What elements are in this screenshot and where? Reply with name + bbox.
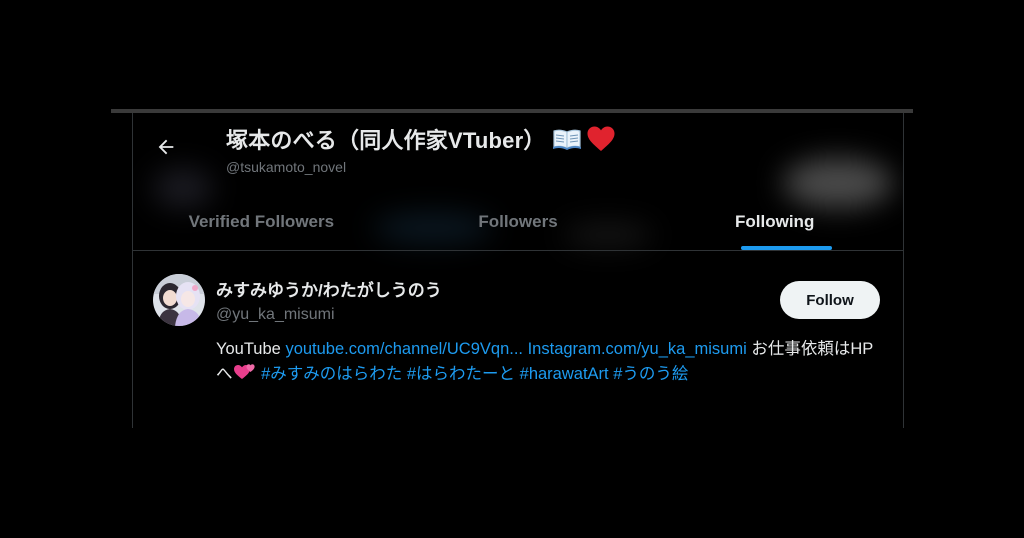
following-panel: 塚本のべる（同人作家VTuber） @tsukamoto_novel Verif…	[132, 113, 904, 428]
follow-button[interactable]: Follow	[780, 281, 880, 319]
instagram-link[interactable]: Instagram.com/yu_ka_misumi	[528, 340, 747, 358]
youtube-link[interactable]: youtube.com/channel/UC9Vqn...	[285, 340, 523, 358]
two-hearts-icon	[233, 364, 255, 379]
hashtag-link[interactable]: #みすみのはらわた	[261, 365, 402, 383]
tab-label: Following	[735, 211, 815, 231]
hashtag-link[interactable]: #うのう絵	[613, 365, 688, 383]
hashtag-link[interactable]: #はらわたーと	[407, 365, 515, 383]
avatar[interactable]	[153, 274, 205, 326]
tab-followers[interactable]: Followers	[390, 193, 647, 250]
profile-header: 塚本のべる（同人作家VTuber） @tsukamoto_novel	[133, 113, 903, 193]
open-book-icon	[552, 129, 581, 150]
page: 塚本のべる（同人作家VTuber） @tsukamoto_novel Verif…	[0, 0, 1024, 538]
tab-following[interactable]: Following	[646, 193, 903, 250]
avatar-icon	[153, 274, 205, 326]
profile-name-emojis	[552, 125, 616, 153]
tab-label: Followers	[478, 211, 558, 231]
bio-text: YouTube	[216, 340, 286, 358]
follow-tabs: Verified Followers Followers Following	[133, 193, 903, 251]
tab-verified-followers[interactable]: Verified Followers	[133, 193, 390, 250]
hashtag-link[interactable]: #harawatArt	[520, 365, 609, 383]
profile-handle: @tsukamoto_novel	[226, 159, 347, 175]
user-list-item[interactable]: みすみゆうか/わたがしうのう @yu_ka_misumi Follow YouT…	[133, 251, 903, 428]
user-bio: YouTube youtube.com/channel/UC9Vqn... In…	[216, 337, 886, 387]
back-button[interactable]	[151, 132, 181, 162]
tab-label: Verified Followers	[188, 211, 335, 231]
user-handle: @yu_ka_misumi	[216, 306, 335, 323]
red-heart-icon	[587, 126, 615, 151]
user-name[interactable]: みすみゆうか/わたがしうのう	[216, 276, 442, 301]
profile-name-text: 塚本のべる（同人作家VTuber）	[226, 128, 546, 153]
active-tab-indicator	[741, 246, 833, 250]
profile-name: 塚本のべる（同人作家VTuber）	[226, 123, 616, 155]
arrow-left-icon	[158, 139, 174, 155]
